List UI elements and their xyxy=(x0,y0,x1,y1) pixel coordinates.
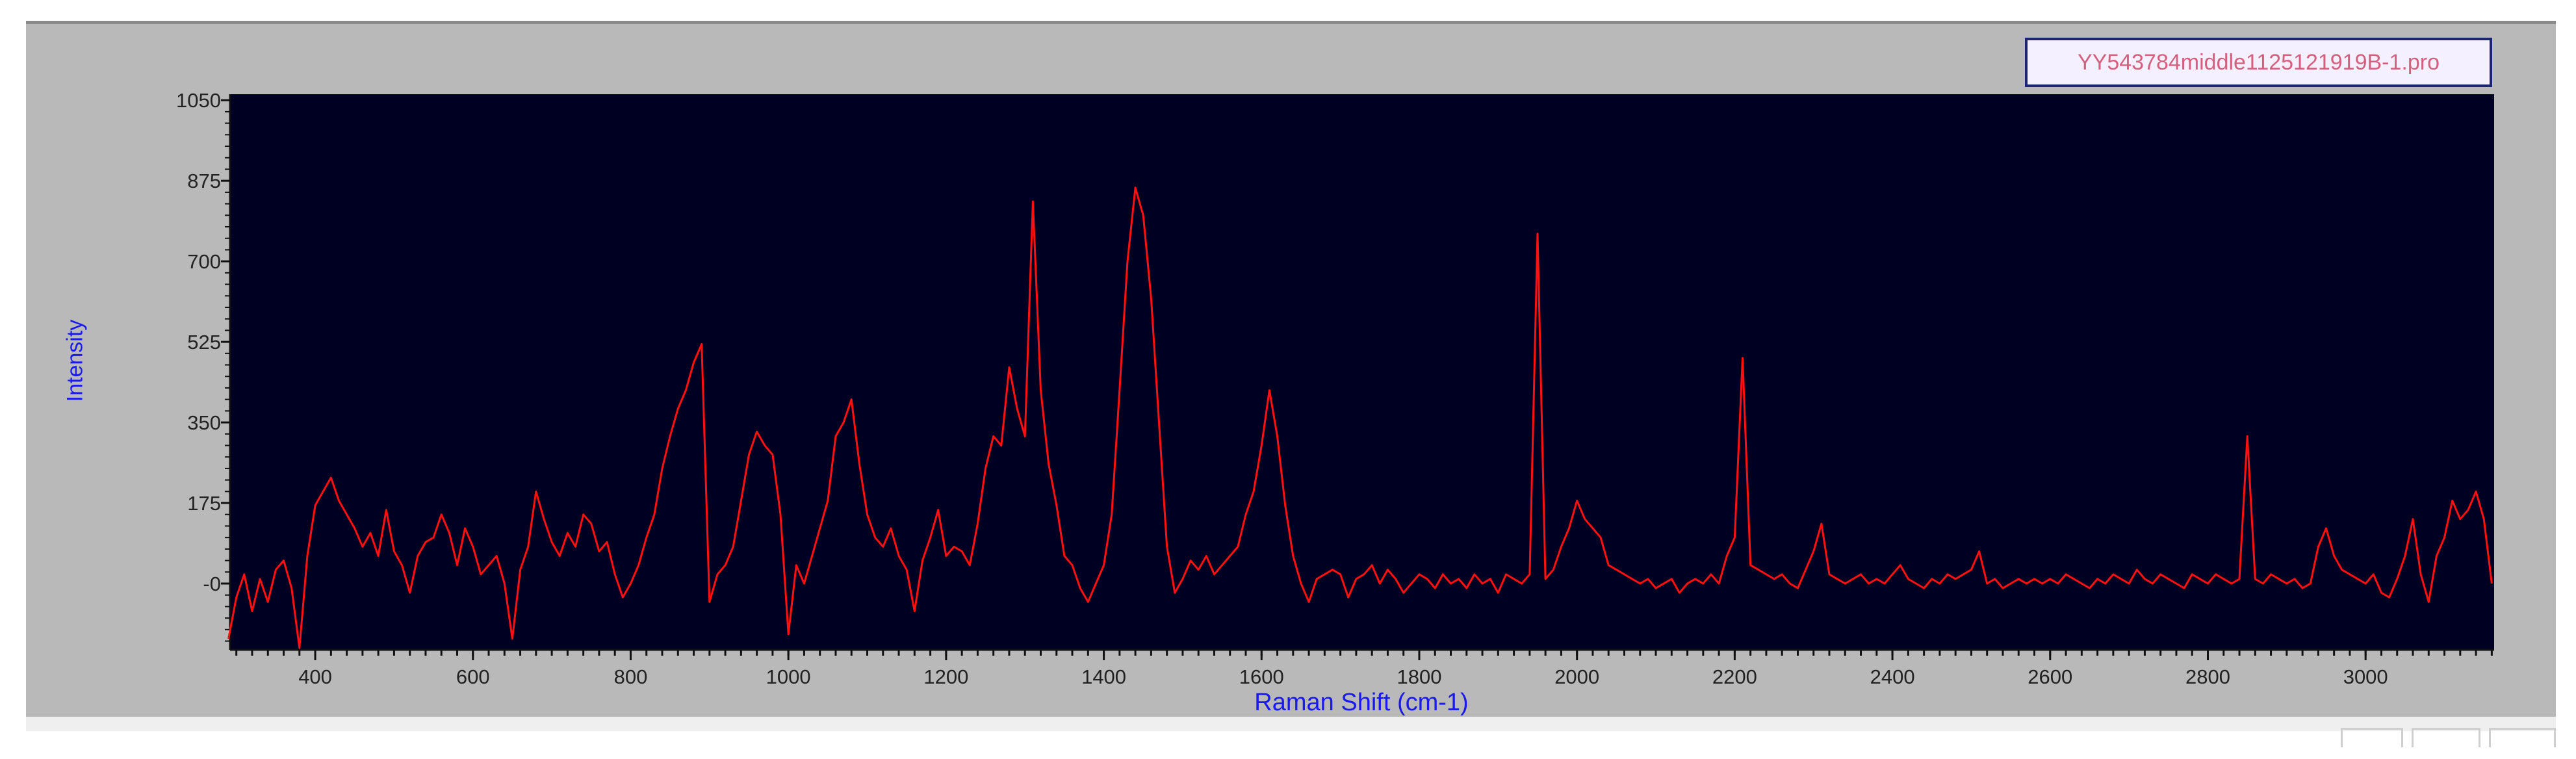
x-tick-label: 1600 xyxy=(1239,665,1284,688)
x-tick-label: 2400 xyxy=(1870,665,1915,688)
x-tick-label: 2600 xyxy=(2028,665,2072,688)
y-tick-label: -0 xyxy=(203,572,221,595)
x-tick-label: 2800 xyxy=(2185,665,2230,688)
y-axis: -0 175 350 525 700 875 1050 xyxy=(176,89,231,650)
x-tick-label: 1400 xyxy=(1081,665,1126,688)
y-tick-label: 700 xyxy=(187,250,221,273)
y-tick-label: 350 xyxy=(187,411,221,434)
y-tick-label: 525 xyxy=(187,331,221,354)
plot-area xyxy=(230,94,2494,650)
x-tick-label: 2000 xyxy=(1554,665,1599,688)
y-tick-label: 1050 xyxy=(176,89,221,112)
x-axis-label: Raman Shift (cm-1) xyxy=(1254,689,1469,716)
y-axis-label: Intensity xyxy=(62,319,88,402)
x-tick-label: 1800 xyxy=(1397,665,1441,688)
x-tick-label: 1200 xyxy=(923,665,968,688)
x-tick-label: 3000 xyxy=(2343,665,2388,688)
x-tick-label: 600 xyxy=(456,665,490,688)
legend-filename: YY543784middle1125121919B-1.pro xyxy=(2025,38,2492,87)
y-tick-label: 175 xyxy=(187,492,221,515)
x-axis: 400 600 800 1000 1200 1400 1600 1800 2000 2200 240… xyxy=(230,649,2494,688)
y-tick-label: 875 xyxy=(187,170,221,192)
x-tick-label: 1000 xyxy=(766,665,811,688)
x-tick-label: 400 xyxy=(298,665,332,688)
x-tick-label: 2200 xyxy=(1712,665,1757,688)
x-tick-label: 800 xyxy=(614,665,648,688)
spectrum-chart: -0 175 350 525 700 875 1050 400 600 800 1000 1200 1… xyxy=(176,89,2494,688)
